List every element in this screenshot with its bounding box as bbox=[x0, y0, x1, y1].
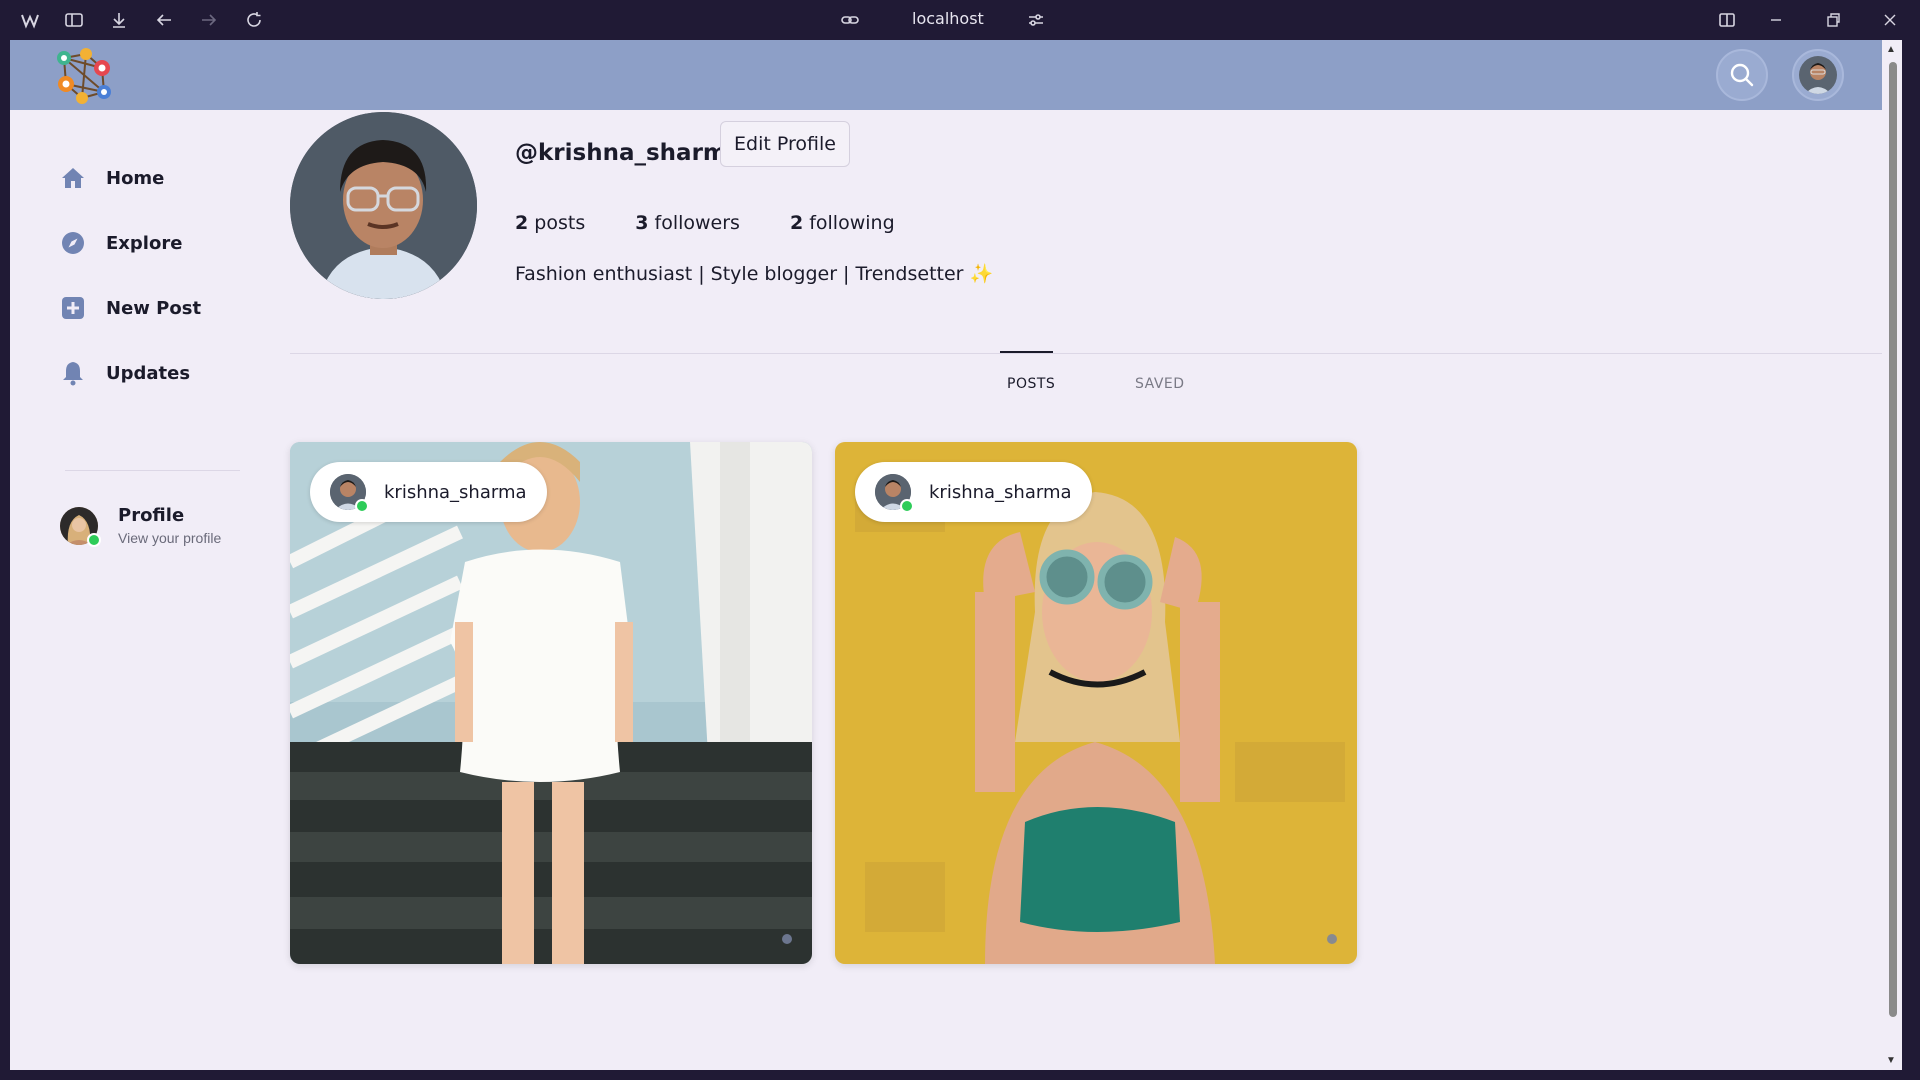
page-scrollbar[interactable]: ▲ ▼ bbox=[1882, 40, 1902, 1070]
posts-count: 2 bbox=[515, 212, 529, 234]
site-settings-icon[interactable] bbox=[1026, 10, 1046, 30]
sidebar-toggle-icon[interactable] bbox=[64, 10, 84, 30]
tab-saved[interactable]: SAVED bbox=[1135, 376, 1185, 392]
active-tab-indicator bbox=[1000, 351, 1053, 353]
address-bar[interactable]: localhost bbox=[912, 9, 984, 28]
post-card[interactable]: krishna_sharma bbox=[290, 442, 812, 964]
sidebar-item-explore[interactable]: Explore bbox=[60, 223, 182, 263]
avatar bbox=[875, 474, 914, 513]
profile-avatar bbox=[290, 112, 477, 299]
edit-profile-button[interactable]: Edit Profile bbox=[720, 121, 850, 167]
following-label: following bbox=[809, 212, 895, 234]
bell-icon bbox=[60, 360, 86, 386]
profile-username: @krishna_sharma bbox=[515, 140, 743, 166]
following-stat[interactable]: 2 following bbox=[790, 212, 895, 234]
online-status-dot bbox=[87, 532, 101, 547]
app-window: Home Explore New Post Updates Profile Vi… bbox=[10, 40, 1892, 1070]
sidebar: Home Explore New Post Updates Profile Vi… bbox=[10, 110, 290, 1070]
app-header bbox=[10, 40, 1892, 110]
posts-stat[interactable]: 2 posts bbox=[515, 212, 585, 234]
post-card[interactable]: krishna_sharma bbox=[835, 442, 1357, 964]
carousel-dot[interactable] bbox=[782, 934, 792, 944]
carousel-dot[interactable] bbox=[1327, 934, 1337, 944]
posts-label: posts bbox=[534, 212, 586, 234]
post-author-name: krishna_sharma bbox=[384, 481, 527, 503]
split-view-icon[interactable] bbox=[1717, 10, 1737, 30]
sidebar-item-new-post[interactable]: New Post bbox=[60, 288, 201, 328]
tabs-divider bbox=[290, 353, 1892, 354]
download-icon[interactable] bbox=[109, 10, 129, 30]
sidebar-item-profile[interactable]: Profile View your profile bbox=[60, 505, 222, 547]
sidebar-divider bbox=[65, 470, 240, 471]
header-avatar-button[interactable] bbox=[1792, 49, 1844, 101]
compass-icon bbox=[60, 230, 86, 256]
home-icon bbox=[60, 165, 86, 191]
online-status-dot bbox=[900, 499, 914, 513]
post-author-chip[interactable]: krishna_sharma bbox=[310, 462, 547, 522]
profile-bio: Fashion enthusiast | Style blogger | Tre… bbox=[515, 263, 994, 285]
avatar bbox=[330, 474, 369, 513]
following-count: 2 bbox=[789, 212, 804, 234]
close-icon[interactable] bbox=[1880, 10, 1900, 30]
profile-link-title: Profile bbox=[118, 505, 185, 526]
sidebar-item-label: Home bbox=[106, 167, 165, 189]
sidebar-item-label: New Post bbox=[106, 297, 202, 319]
plus-square-icon bbox=[60, 295, 86, 321]
search-icon bbox=[1730, 63, 1754, 87]
network-logo-icon[interactable] bbox=[52, 46, 122, 106]
profile-stats: 2 posts 3 followers 2 following bbox=[515, 212, 945, 234]
post-author-chip[interactable]: krishna_sharma bbox=[855, 462, 1092, 522]
sidebar-item-label: Explore bbox=[106, 232, 183, 254]
link-icon[interactable] bbox=[840, 10, 860, 30]
tab-posts[interactable]: POSTS bbox=[1007, 376, 1055, 392]
restore-icon[interactable] bbox=[1823, 10, 1843, 30]
minimize-icon[interactable] bbox=[1766, 10, 1786, 30]
forward-icon[interactable] bbox=[199, 10, 219, 30]
scroll-up-icon[interactable]: ▲ bbox=[1886, 44, 1896, 55]
post-author-name: krishna_sharma bbox=[929, 481, 1072, 503]
profile-link-subtitle: View your profile bbox=[118, 530, 222, 546]
followers-count: 3 bbox=[635, 212, 649, 234]
reload-icon[interactable] bbox=[244, 10, 264, 30]
online-status-dot bbox=[355, 499, 369, 513]
followers-label: followers bbox=[654, 212, 740, 234]
sidebar-item-label: Updates bbox=[106, 362, 191, 384]
avatar bbox=[1799, 56, 1837, 94]
scroll-down-icon[interactable]: ▼ bbox=[1886, 1055, 1896, 1066]
sidebar-item-home[interactable]: Home bbox=[60, 158, 164, 198]
avatar bbox=[60, 506, 101, 547]
search-button[interactable] bbox=[1716, 49, 1768, 101]
sidebar-item-updates[interactable]: Updates bbox=[60, 353, 190, 393]
app-logo-icon[interactable] bbox=[20, 10, 40, 30]
scrollbar-thumb[interactable] bbox=[1889, 62, 1897, 1017]
browser-toolbar: localhost bbox=[0, 0, 1920, 40]
back-icon[interactable] bbox=[154, 10, 174, 30]
followers-stat[interactable]: 3 followers bbox=[635, 212, 740, 234]
